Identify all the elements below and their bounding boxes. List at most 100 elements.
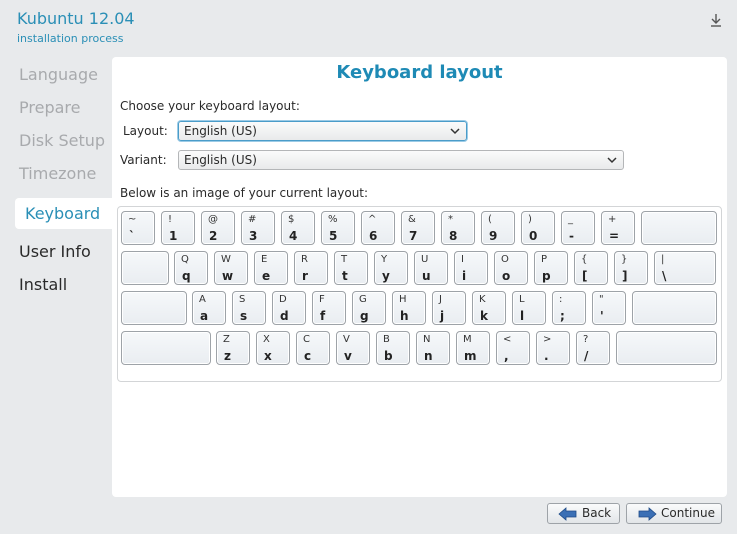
keyboard-key: ) 0 bbox=[521, 211, 555, 245]
sidebar-item-prepare: Prepare bbox=[19, 98, 81, 117]
keyboard-key: Dd bbox=[272, 291, 306, 325]
layout-select[interactable]: English (US) bbox=[178, 121, 467, 141]
keyboard-key: Ff bbox=[312, 291, 346, 325]
key-base-legend: . bbox=[544, 349, 549, 363]
keyboard-key: Xx bbox=[256, 331, 290, 365]
key-base-legend: n bbox=[424, 349, 433, 363]
keyboard-key: Oo bbox=[494, 251, 528, 285]
keyboard-key: Mm bbox=[456, 331, 490, 365]
keyboard-key: @2 bbox=[201, 211, 235, 245]
variant-select[interactable]: English (US) bbox=[178, 150, 624, 170]
key-shift-legend: A bbox=[199, 294, 206, 305]
key-shift-legend: B bbox=[383, 334, 390, 345]
caps-lock-key bbox=[121, 291, 187, 325]
key-shift-legend: ? bbox=[583, 334, 589, 345]
keyboard-key: ! 1 bbox=[161, 211, 195, 245]
variant-label: Variant: bbox=[120, 153, 167, 167]
key-shift-legend: C bbox=[303, 334, 310, 345]
keyboard-key: * 8 bbox=[441, 211, 475, 245]
keyboard-key: + = bbox=[601, 211, 635, 245]
keyboard-key: Pp bbox=[534, 251, 568, 285]
key-base-legend: 0 bbox=[529, 229, 538, 243]
page-title: Keyboard layout bbox=[336, 62, 503, 83]
key-shift-legend: Z bbox=[223, 334, 230, 345]
key-shift-legend: U bbox=[421, 254, 429, 265]
keyboard-key: <, bbox=[496, 331, 530, 365]
key-base-legend: y bbox=[382, 269, 390, 283]
keyboard-key: Vv bbox=[336, 331, 370, 365]
backspace-key bbox=[641, 211, 717, 245]
keyboard-key: Tt bbox=[334, 251, 368, 285]
key-base-legend: o bbox=[502, 269, 511, 283]
key-shift-legend: H bbox=[399, 294, 407, 305]
download-arrow-icon[interactable] bbox=[705, 9, 727, 31]
key-base-legend: c bbox=[304, 349, 312, 363]
keyboard-key: >. bbox=[536, 331, 570, 365]
key-shift-legend: " bbox=[599, 294, 604, 305]
key-shift-legend: K bbox=[479, 294, 486, 305]
keyboard-key: Cc bbox=[296, 331, 330, 365]
keyboard-key: " ' bbox=[592, 291, 626, 325]
keyboard-key: (9 bbox=[481, 211, 515, 245]
continue-button[interactable]: Continue bbox=[626, 503, 722, 524]
key-shift-legend: F bbox=[319, 294, 325, 305]
key-shift-legend: L bbox=[519, 294, 525, 305]
key-shift-legend: } bbox=[621, 254, 628, 265]
key-base-legend: w bbox=[222, 269, 234, 283]
keyboard-key: _ - bbox=[561, 211, 595, 245]
layout-image-caption: Below is an image of your current layout… bbox=[120, 186, 369, 200]
key-shift-legend: I bbox=[461, 254, 464, 265]
key-base-legend: f bbox=[320, 309, 326, 323]
key-shift-legend: ! bbox=[168, 214, 173, 225]
sidebar-item-language: Language bbox=[19, 65, 98, 84]
key-base-legend: k bbox=[480, 309, 488, 323]
key-shift-legend: E bbox=[261, 254, 268, 265]
key-base-legend: s bbox=[240, 309, 248, 323]
sidebar-item-disk-setup: Disk Setup bbox=[19, 131, 106, 150]
keyboard-key: Ee bbox=[254, 251, 288, 285]
key-shift-legend: # bbox=[248, 214, 257, 225]
key-shift-legend: S bbox=[239, 294, 246, 305]
key-base-legend: ` bbox=[129, 229, 135, 243]
key-base-legend: ' bbox=[600, 309, 604, 323]
key-base-legend: t bbox=[342, 269, 348, 283]
key-shift-legend: % bbox=[328, 214, 338, 225]
variant-select-value: English (US) bbox=[184, 153, 257, 167]
key-shift-legend: M bbox=[463, 334, 472, 345]
keyboard-key: Ss bbox=[232, 291, 266, 325]
key-base-legend: = bbox=[609, 229, 620, 243]
key-base-legend: 7 bbox=[409, 229, 418, 243]
back-button[interactable]: Back bbox=[547, 503, 620, 524]
key-shift-legend: < bbox=[503, 334, 512, 345]
key-base-legend: 6 bbox=[369, 229, 378, 243]
keyboard-key: Bb bbox=[376, 331, 410, 365]
key-shift-legend: V bbox=[343, 334, 350, 345]
keyboard-key: Nn bbox=[416, 331, 450, 365]
key-base-legend: 8 bbox=[449, 229, 458, 243]
key-base-legend: [ bbox=[582, 269, 588, 283]
key-base-legend: 3 bbox=[249, 229, 258, 243]
key-shift-legend: : bbox=[559, 294, 563, 305]
key-shift-legend: X bbox=[263, 334, 270, 345]
app-title: Kubuntu 12.04 bbox=[17, 9, 135, 28]
chevron-down-icon bbox=[450, 128, 460, 135]
keyboard-key: Zz bbox=[216, 331, 250, 365]
keyboard-key: Ww bbox=[214, 251, 248, 285]
key-shift-legend: > bbox=[543, 334, 552, 345]
key-base-legend: ; bbox=[560, 309, 565, 323]
key-base-legend: b bbox=[384, 349, 393, 363]
key-base-legend: m bbox=[464, 349, 477, 363]
keyboard-key: Kk bbox=[472, 291, 506, 325]
key-base-legend: d bbox=[280, 309, 289, 323]
key-shift-legend: D bbox=[279, 294, 287, 305]
tab-key bbox=[121, 251, 169, 285]
keyboard-key: $4 bbox=[281, 211, 315, 245]
key-shift-legend: ) bbox=[528, 214, 532, 225]
key-shift-legend: J bbox=[439, 294, 442, 305]
continue-button-label: Continue bbox=[661, 506, 715, 520]
key-shift-legend: _ bbox=[568, 214, 573, 225]
key-shift-legend: ~ bbox=[128, 214, 137, 225]
keyboard-key: & 7 bbox=[401, 211, 435, 245]
key-shift-legend: N bbox=[423, 334, 431, 345]
app-subtitle: installation process bbox=[17, 32, 124, 45]
